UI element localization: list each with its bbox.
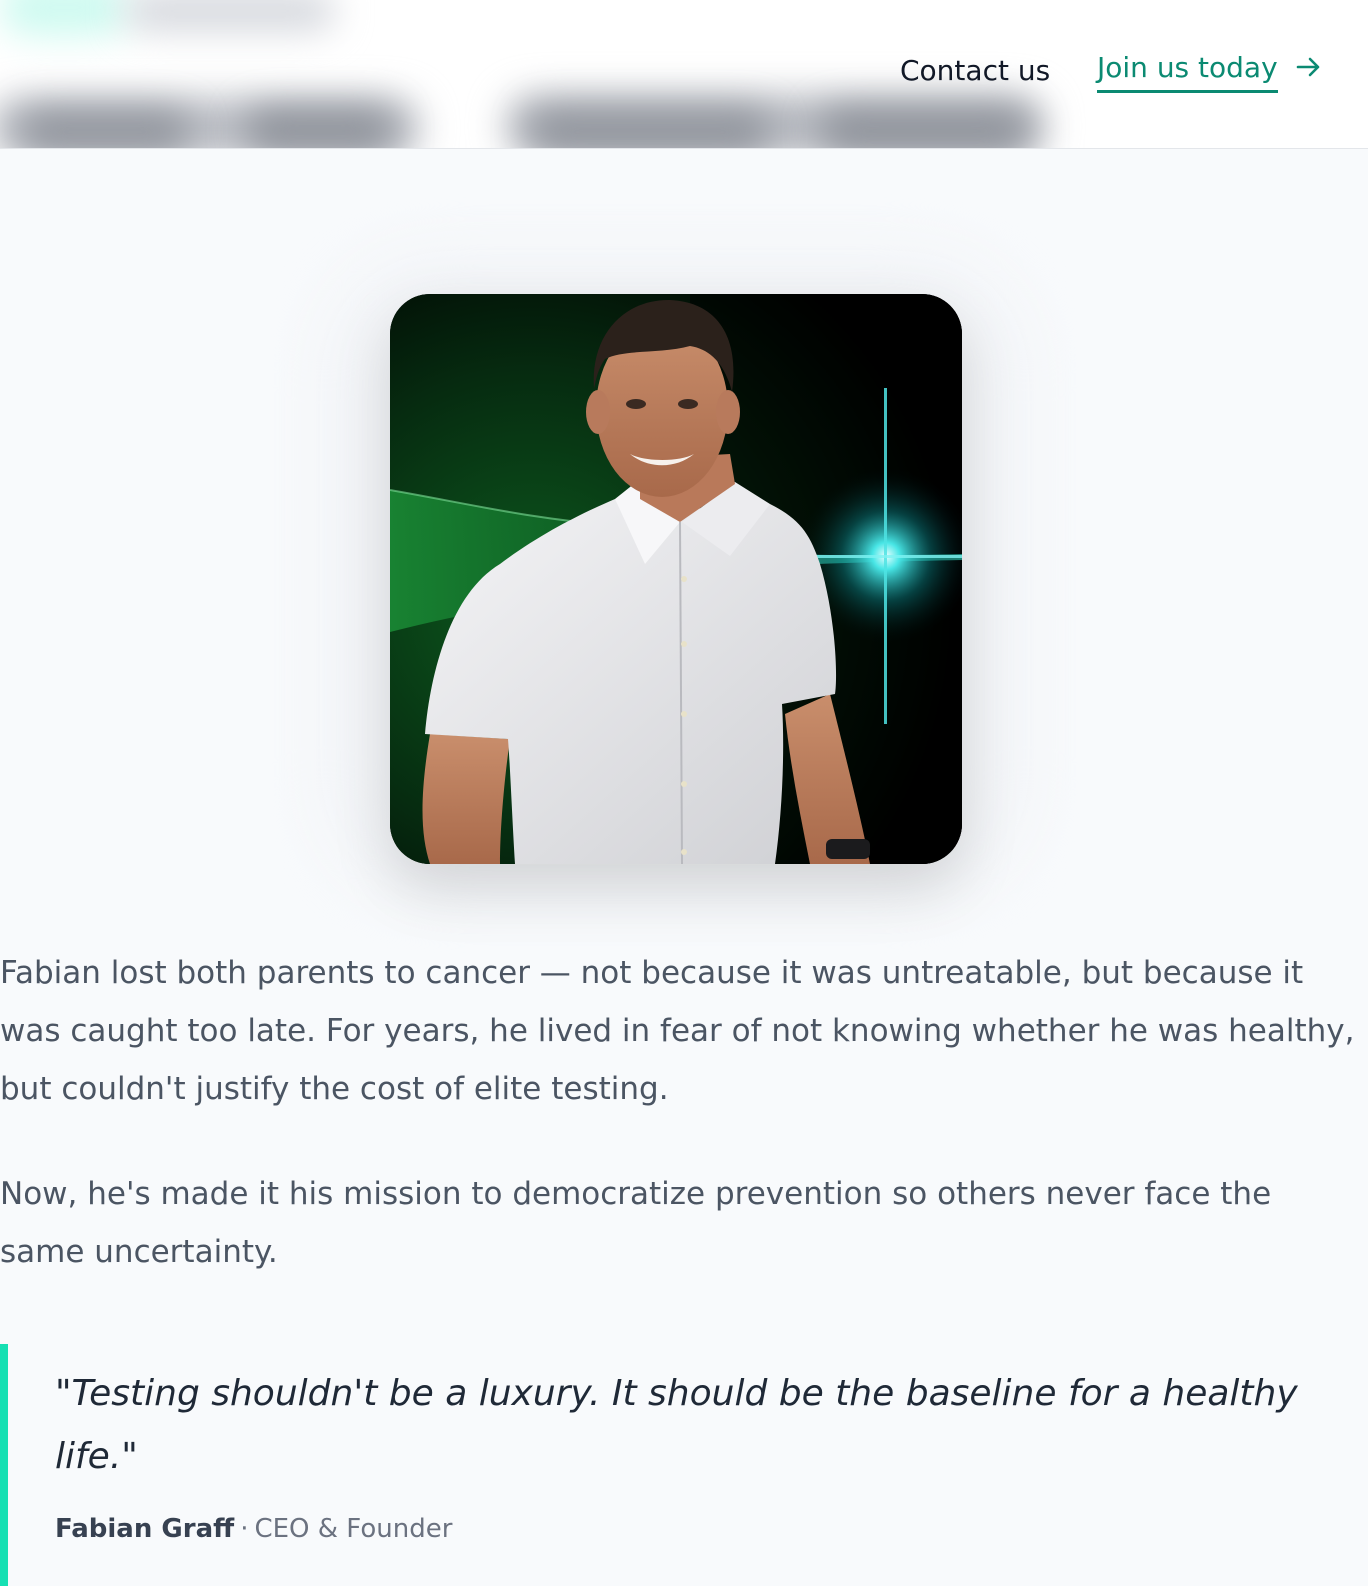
join-us-label: Join us today [1097,51,1278,93]
blurred-nav-item-3 [530,112,770,148]
attribution-separator: · [240,1514,249,1544]
blurred-nav-item-2 [245,110,395,148]
quote-text: "Testing shouldn't be a luxury. It shoul… [55,1373,1298,1477]
blurred-logo-text [125,0,335,30]
blurred-logo [0,0,130,35]
story-paragraph: Fabian lost both parents to cancer — not… [0,955,1355,1107]
site-header: Contact us Join us today [0,0,1368,149]
founder-story: Fabian lost both parents to cancer — not… [0,944,1360,1281]
founder-quote: "Testing shouldn't be a luxury. It shoul… [0,1344,1368,1586]
blurred-nav-item-4 [820,110,1030,148]
story-paragraph: Now, he's made it his mission to democra… [0,1176,1272,1270]
author-role: CEO & Founder [254,1514,453,1544]
founder-portrait-icon [390,294,962,864]
join-us-today-link[interactable]: Join us today [1097,51,1322,93]
arrow-right-icon [1296,53,1322,86]
author-name: Fabian Graff [55,1514,235,1544]
contact-us-link[interactable]: Contact us [900,54,1050,87]
founder-portrait [390,294,962,864]
quote-attribution: Fabian Graff · CEO & Founder [55,1514,452,1544]
blurred-nav-item-1 [20,112,190,148]
